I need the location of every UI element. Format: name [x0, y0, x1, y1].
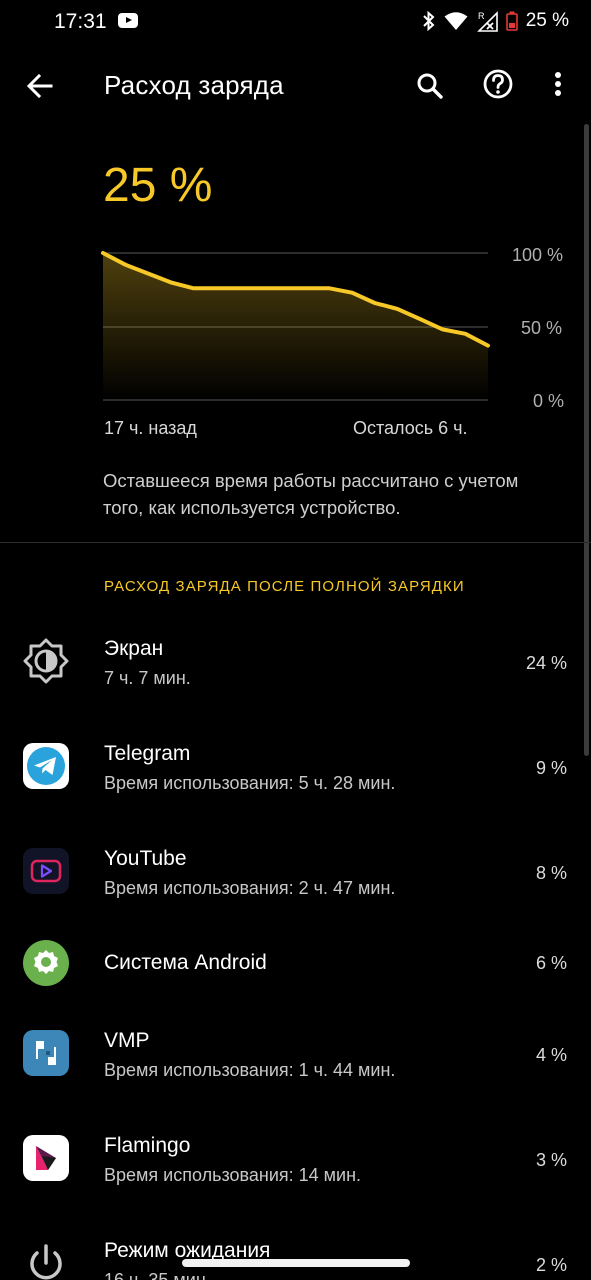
chart-time-start: 17 ч. назад	[104, 418, 197, 438]
app-usage: 7 ч. 7 мин.	[104, 668, 191, 688]
search-icon	[417, 73, 443, 99]
section-header: РАСХОД ЗАРЯДА ПОСЛЕ ПОЛНОЙ ЗАРЯДКИ	[104, 578, 465, 595]
status-icons: R 25 %	[422, 10, 569, 32]
list-item-telegram[interactable]: Telegram Время использования: 5 ч. 28 ми…	[0, 720, 591, 820]
app-name: Flamingo	[104, 1134, 191, 1157]
app-percent: 4 %	[535, 1045, 567, 1065]
app-usage: Время использования: 5 ч. 28 мин.	[104, 773, 396, 793]
android-system-icon	[23, 940, 69, 986]
app-percent: 2 %	[535, 1255, 567, 1275]
status-time: 17:31	[54, 10, 107, 33]
battery-chart	[101, 251, 490, 401]
wifi-icon	[444, 12, 468, 30]
app-percent: 3 %	[535, 1150, 567, 1170]
page-title: Расход заряда	[104, 70, 284, 100]
telegram-icon	[23, 743, 69, 789]
axis-label-100: 100 %	[512, 245, 564, 265]
back-button[interactable]	[20, 66, 60, 106]
app-name: VMP	[104, 1029, 150, 1052]
list-item-android-system[interactable]: Система Android 6 %	[0, 915, 591, 1015]
bluetooth-icon	[422, 11, 435, 31]
app-bar: Расход заряда	[0, 46, 591, 126]
list-item-standby[interactable]: Режим ожидания 16 ч. 35 мин. 2 %	[0, 1217, 591, 1280]
axis-label-50: 50 %	[521, 318, 563, 338]
help-icon	[483, 69, 513, 99]
help-button[interactable]	[478, 66, 518, 106]
status-bar: 17:31 R 25 %	[0, 0, 591, 46]
app-percent: 9 %	[535, 758, 567, 778]
estimate-text: Оставшееся время работы рассчитано с уче…	[103, 470, 519, 518]
axis-label-0: 0 %	[533, 391, 565, 411]
app-usage: Время использования: 2 ч. 47 мин.	[104, 878, 396, 898]
list-item-youtube[interactable]: YouTube Время использования: 2 ч. 47 мин…	[0, 825, 591, 925]
back-arrow-icon	[26, 73, 53, 99]
vmp-icon	[23, 1030, 69, 1076]
power-icon	[30, 1244, 62, 1280]
status-battery-percent: 25 %	[525, 10, 569, 31]
signal-roaming-icon: R	[476, 11, 498, 32]
battery-usage-screen: 17:31 R 25 % Расход заряда 25 % 100 % 50…	[0, 0, 591, 1280]
divider	[0, 542, 591, 543]
app-usage: 16 ч. 35 мин.	[104, 1270, 211, 1280]
app-name: YouTube	[104, 847, 187, 870]
app-usage: Время использования: 1 ч. 44 мин.	[104, 1060, 396, 1080]
chart-area-fill	[103, 253, 488, 400]
list-item-vmp[interactable]: VMP Время использования: 1 ч. 44 мин. 4 …	[0, 1007, 591, 1107]
brightness-icon	[23, 638, 69, 684]
youtube-vanced-icon	[23, 848, 69, 894]
battery-level: 25 %	[103, 159, 213, 212]
app-percent: 24 %	[525, 653, 567, 673]
search-button[interactable]	[410, 66, 450, 106]
gesture-nav-handle[interactable]	[182, 1259, 410, 1267]
list-item-screen[interactable]: Экран 7 ч. 7 мин. 24 %	[0, 615, 591, 715]
svg-text:R: R	[478, 11, 485, 21]
list-item-flamingo[interactable]: Flamingo Время использования: 14 мин. 3 …	[0, 1112, 591, 1212]
app-name: Telegram	[104, 742, 191, 765]
app-percent: 6 %	[535, 953, 567, 973]
flamingo-icon	[23, 1135, 69, 1181]
more-options-button[interactable]	[538, 66, 578, 106]
more-vert-icon	[555, 72, 561, 96]
youtube-icon	[118, 13, 138, 28]
chart-time-end: Осталось 6 ч.	[353, 418, 468, 438]
app-usage: Время использования: 14 мин.	[104, 1165, 362, 1185]
app-percent: 8 %	[535, 863, 567, 883]
app-name: Экран	[104, 637, 164, 660]
battery-icon	[505, 11, 518, 31]
app-name: Система Android	[104, 951, 267, 974]
